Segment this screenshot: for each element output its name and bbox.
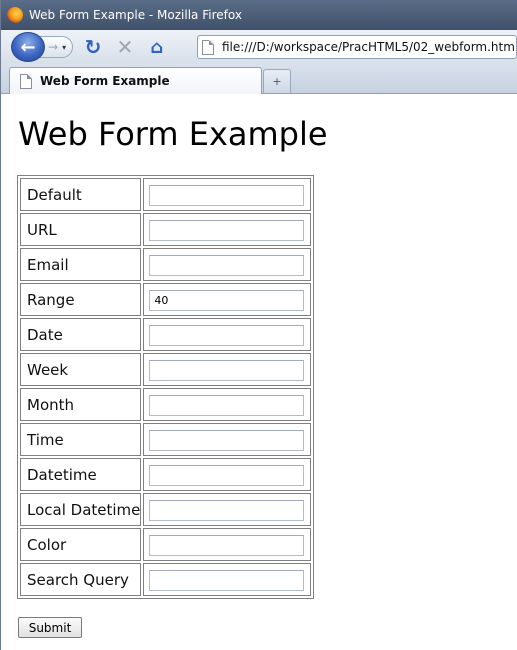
form-row-month: Month <box>20 388 312 421</box>
history-dropdown-icon[interactable]: ▾ <box>62 43 66 52</box>
form-row-url: URL <box>20 213 312 246</box>
forward-arrow-icon: → <box>48 40 59 54</box>
form-row-default: Default <box>20 178 312 211</box>
time-input[interactable] <box>149 429 305 451</box>
new-tab-button[interactable]: + <box>263 69 291 93</box>
default-input[interactable] <box>149 184 305 206</box>
field-label: Month <box>20 388 142 421</box>
month-input[interactable] <box>149 394 305 416</box>
reload-icon: ↻ <box>84 35 102 59</box>
stop-icon: ✕ <box>116 35 134 59</box>
form-row-color: Color <box>20 528 312 561</box>
form-row-range: Range <box>20 283 312 316</box>
field-label: Default <box>20 178 142 211</box>
color-input[interactable] <box>149 534 305 556</box>
form-row-time: Time <box>20 423 312 456</box>
tab-web-form-example[interactable]: Web Form Example <box>9 67 262 94</box>
plus-icon: + <box>272 75 282 88</box>
home-button[interactable]: ⌂ <box>145 35 169 59</box>
back-button[interactable]: ← <box>11 32 45 62</box>
date-input[interactable] <box>149 324 305 346</box>
field-label: Local Datetime <box>20 493 142 526</box>
tab-strip: Web Form Example + <box>1 64 517 94</box>
navigation-toolbar: ← → ▾ ↻ ✕ ⌂ file:///D:/workspace/PracHTM… <box>1 30 517 64</box>
field-label: Color <box>20 528 142 561</box>
field-label: Time <box>20 423 142 456</box>
home-icon: ⌂ <box>150 36 164 58</box>
form-row-search-query: Search Query <box>20 563 312 596</box>
local-datetime-input[interactable] <box>149 499 305 521</box>
tab-label: Web Form Example <box>40 74 170 88</box>
form-row-email: Email <box>20 248 312 281</box>
field-label: Email <box>20 248 142 281</box>
form-table: Default URL Email Range Date <box>17 175 315 599</box>
field-label: Range <box>20 283 142 316</box>
address-bar[interactable]: file:///D:/workspace/PracHTML5/02_webfor… <box>197 35 517 59</box>
form-row-week: Week <box>20 353 312 386</box>
title-bar: Web Form Example - Mozilla Firefox <box>1 0 517 30</box>
page-heading: Web Form Example <box>18 115 328 153</box>
address-text: file:///D:/workspace/PracHTML5/02_webfor… <box>222 40 517 54</box>
url-input[interactable] <box>149 219 305 241</box>
window-title: Web Form Example - Mozilla Firefox <box>29 8 242 22</box>
firefox-logo-icon <box>7 7 23 23</box>
range-input[interactable] <box>149 289 305 311</box>
datetime-input[interactable] <box>149 464 305 486</box>
form-row-datetime: Datetime <box>20 458 312 491</box>
browser-window: Web Form Example - Mozilla Firefox ← → ▾… <box>0 0 517 650</box>
field-label: Week <box>20 353 142 386</box>
page-icon <box>20 73 32 89</box>
email-input[interactable] <box>149 254 305 276</box>
back-arrow-icon: ← <box>20 36 36 58</box>
field-label: Search Query <box>20 563 142 596</box>
form-row-date: Date <box>20 318 312 351</box>
field-label: Date <box>20 318 142 351</box>
stop-button[interactable]: ✕ <box>113 35 137 59</box>
form-row-local-datetime: Local Datetime <box>20 493 312 526</box>
week-input[interactable] <box>149 359 305 381</box>
field-label: Datetime <box>20 458 142 491</box>
field-label: URL <box>20 213 142 246</box>
reload-button[interactable]: ↻ <box>81 35 105 59</box>
search-query-input[interactable] <box>149 569 305 591</box>
page-icon <box>202 39 214 55</box>
page-content: Web Form Example Default URL Email Range <box>9 95 517 650</box>
submit-button[interactable]: Submit <box>18 617 82 638</box>
